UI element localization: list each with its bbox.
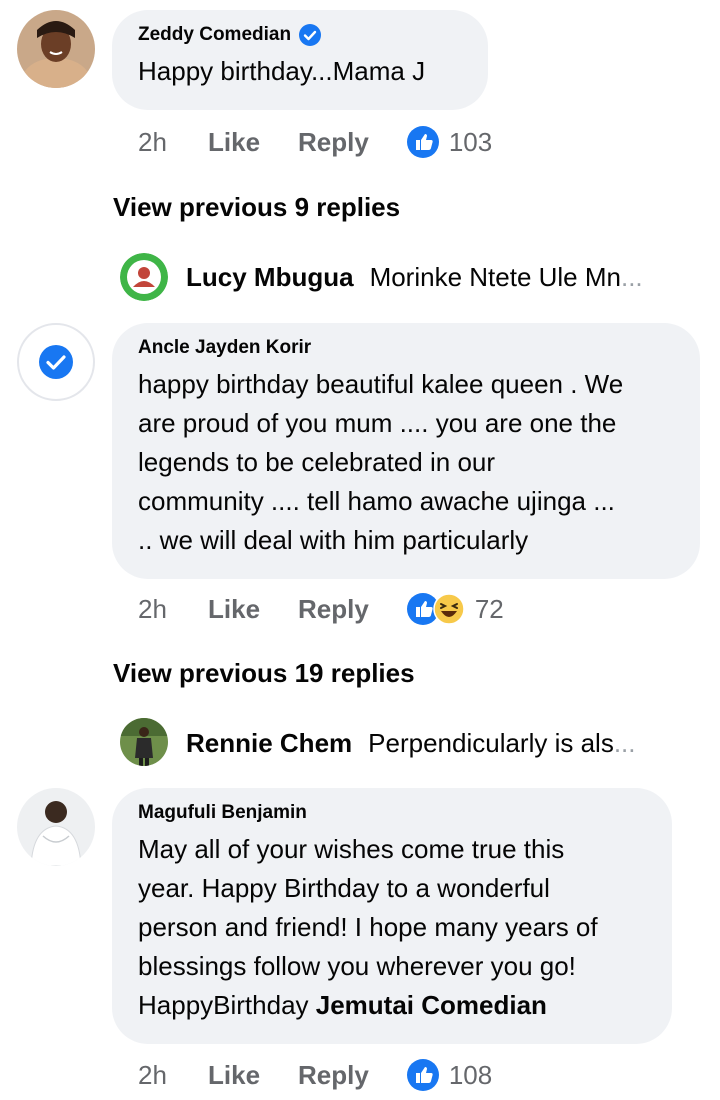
- profile-photo-icon: [120, 718, 168, 766]
- reply-preview[interactable]: Lucy Mbugua Morinke Ntete Ule Mn...: [186, 262, 643, 293]
- comment-bubble[interactable]: Magufuli Benjamin May all of your wishes…: [112, 788, 672, 1044]
- profile-photo-icon: [17, 10, 95, 88]
- reply-ellipsis: ...: [613, 728, 636, 758]
- tagged-profile-link[interactable]: Jemutai Comedian: [316, 990, 547, 1020]
- like-button[interactable]: Like: [208, 1060, 260, 1091]
- reply-button[interactable]: Reply: [298, 1060, 369, 1091]
- like-icon: [406, 126, 439, 158]
- comment-text-line: community .... tell hamo awache ujinga .…: [138, 486, 615, 516]
- comment-actions: 2h Like Reply 72: [138, 593, 504, 625]
- haha-icon: [433, 593, 465, 625]
- reaction-summary[interactable]: 72: [406, 593, 504, 625]
- avatar-magufuli-benjamin[interactable]: [17, 788, 95, 866]
- like-button[interactable]: Like: [208, 594, 260, 625]
- comment-author[interactable]: Ancle Jayden Korir: [138, 337, 674, 359]
- comment-text-line: .. we will deal with him particularly: [138, 525, 529, 555]
- view-previous-replies[interactable]: View previous 19 replies: [113, 658, 415, 689]
- avatar-lucy-mbugua[interactable]: [120, 253, 168, 301]
- profile-photo-icon: [17, 788, 95, 866]
- reaction-summary[interactable]: 103: [406, 126, 493, 158]
- reply-button[interactable]: Reply: [298, 594, 369, 625]
- comment-text-line: legends to be celebrated in our: [138, 447, 496, 477]
- comment-author[interactable]: Zeddy Comedian: [138, 24, 462, 46]
- avatar-ancle-jayden-korir[interactable]: [17, 323, 95, 401]
- comment-time[interactable]: 2h: [138, 1060, 208, 1091]
- profile-photo-icon: [120, 253, 168, 301]
- reaction-summary[interactable]: 108: [406, 1059, 493, 1091]
- comment-bubble[interactable]: Ancle Jayden Korir happy birthday beauti…: [112, 323, 700, 579]
- comment-actions: 2h Like Reply 103: [138, 126, 492, 158]
- comment-text-line: happy birthday beautiful kalee queen . W…: [138, 369, 624, 399]
- comment-text-prefix: HappyBirthday: [138, 990, 316, 1020]
- reaction-count: 103: [448, 126, 493, 157]
- like-icon: [406, 1059, 439, 1091]
- check-circle-icon: [39, 345, 73, 379]
- like-button[interactable]: Like: [208, 127, 260, 158]
- view-previous-replies[interactable]: View previous 9 replies: [113, 192, 400, 223]
- comment-text-line: person and friend! I hope many years of: [138, 912, 598, 942]
- author-name[interactable]: Zeddy Comedian: [138, 24, 291, 46]
- reply-text: Perpendicularly is als: [368, 728, 614, 758]
- reply-button[interactable]: Reply: [298, 127, 369, 158]
- comment-time[interactable]: 2h: [138, 594, 208, 625]
- comment-text: May all of your wishes come true this ye…: [138, 830, 646, 1025]
- reaction-count: 72: [474, 593, 504, 624]
- comment-author[interactable]: Magufuli Benjamin: [138, 802, 646, 824]
- author-name[interactable]: Ancle Jayden Korir: [138, 337, 311, 359]
- comment-time[interactable]: 2h: [138, 127, 208, 158]
- comment-text: happy birthday beautiful kalee queen . W…: [138, 365, 674, 560]
- comment-bubble[interactable]: Zeddy Comedian Happy birthday...Mama J: [112, 10, 488, 110]
- reaction-count: 108: [448, 1059, 493, 1090]
- verified-badge-icon: [299, 24, 322, 46]
- author-name[interactable]: Magufuli Benjamin: [138, 802, 307, 824]
- avatar-rennie-chem[interactable]: [120, 718, 168, 766]
- reply-preview[interactable]: Rennie Chem Perpendicularly is als...: [186, 728, 636, 759]
- comment-actions: 2h Like Reply 108: [138, 1059, 492, 1091]
- reply-author[interactable]: Rennie Chem: [186, 728, 352, 759]
- comment-text-line: are proud of you mum .... you are one th…: [138, 408, 617, 438]
- reply-ellipsis: ...: [620, 262, 643, 292]
- comment-text-line: blessings follow you wherever you go!: [138, 951, 576, 981]
- comment-text: Happy birthday...Mama J: [138, 56, 426, 86]
- reply-text: Morinke Ntete Ule Mn: [369, 262, 621, 292]
- avatar-zeddy-comedian[interactable]: [17, 10, 95, 88]
- comment-text-line: HappyBirthday Jemutai Comedian: [138, 986, 646, 1025]
- reply-author[interactable]: Lucy Mbugua: [186, 262, 354, 293]
- comment-text-line: May all of your wishes come true this: [138, 834, 565, 864]
- comment-text-line: year. Happy Birthday to a wonderful: [138, 873, 550, 903]
